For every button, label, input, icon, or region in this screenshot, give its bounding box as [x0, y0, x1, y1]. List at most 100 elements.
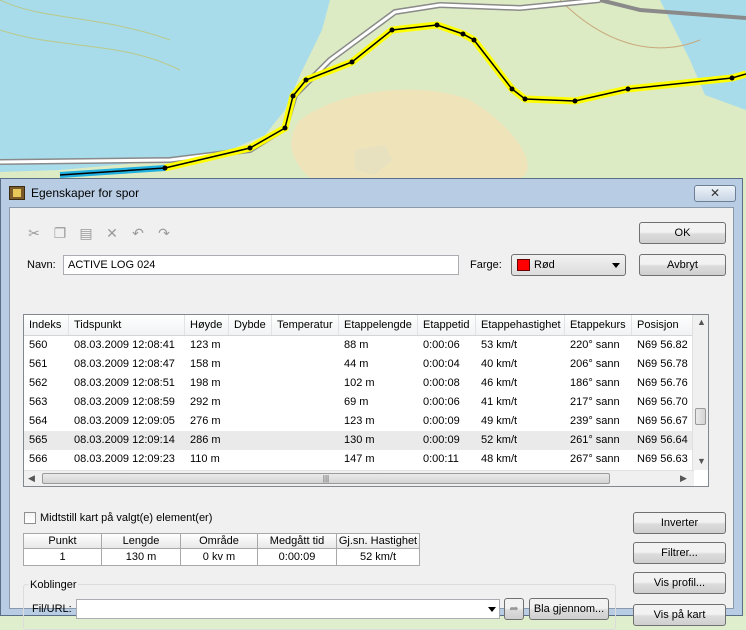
table-row[interactable]: 560 08.03.2009 12:08:41 123 m 88 m 0:00:06 53… — [24, 336, 694, 355]
table-cell: 123 m — [190, 339, 221, 351]
column-header[interactable]: Tidspunkt — [69, 315, 185, 335]
filter-button[interactable]: Filtrer... — [633, 542, 726, 564]
table-cell: N69 56.63 — [637, 453, 688, 465]
table-cell: 0:00:09 — [423, 415, 460, 427]
table-row[interactable]: 564 08.03.2009 12:09:05 276 m 123 m 0:00:09 4… — [24, 412, 694, 431]
browse-button[interactable]: Bla gjennom... — [529, 598, 609, 620]
table-cell: 286 m — [190, 434, 221, 446]
table-cell: 561 — [29, 358, 48, 370]
table-cell: 41 km/t — [481, 396, 518, 408]
table-cell — [229, 431, 272, 450]
scissors-icon[interactable]: ✂ — [25, 224, 43, 242]
table-cell: 563 — [29, 396, 48, 408]
table-row[interactable]: 565 08.03.2009 12:09:14 286 m 130 m 0:00:09 5… — [24, 431, 694, 450]
table-cell: 102 m — [344, 377, 375, 389]
vertical-scrollbar[interactable]: ▲ ▼ — [692, 315, 708, 470]
table-cell: 08.03.2009 12:09:14 — [74, 434, 175, 446]
name-label: Navn: — [27, 259, 56, 271]
table-cell: 110 m — [190, 453, 220, 465]
table-cell — [229, 393, 272, 412]
stats-value: 0 kv m — [180, 549, 258, 566]
scroll-up-icon[interactable]: ▲ — [697, 317, 706, 327]
table-cell: 08.03.2009 12:08:41 — [74, 339, 175, 351]
ok-button[interactable]: OK — [639, 222, 726, 244]
color-swatch — [517, 259, 530, 271]
table-cell: 267° sann — [570, 453, 620, 465]
table-cell: N69 56.76 — [637, 377, 688, 389]
table-cell: 292 m — [190, 396, 221, 408]
scroll-right-icon[interactable]: ▶ — [680, 473, 687, 484]
table-cell: 276 m — [190, 415, 221, 427]
column-header[interactable]: Dybde — [229, 315, 272, 335]
table-cell: 261° sann — [570, 434, 620, 446]
trackpoint-table[interactable]: Indeks Tidspunkt Høyde Dybde Temperatur Etapp… — [23, 314, 709, 487]
table-cell — [272, 374, 339, 393]
dialog-titlebar[interactable]: Egenskaper for spor ✕ — [1, 179, 742, 206]
links-group-title: Koblinger — [28, 579, 79, 591]
table-cell: 217° sann — [570, 396, 620, 408]
table-row[interactable]: 563 08.03.2009 12:08:59 292 m 69 m 0:00:06 41… — [24, 393, 694, 412]
table-header: Indeks Tidspunkt Høyde Dybde Temperatur Etapp… — [24, 315, 694, 336]
copy-icon[interactable]: ❐ — [51, 224, 69, 242]
scroll-down-icon[interactable]: ▼ — [697, 456, 706, 466]
table-row[interactable]: 561 08.03.2009 12:08:47 158 m 44 m 0:00:04 40… — [24, 355, 694, 374]
column-header[interactable]: Høyde — [185, 315, 229, 335]
column-header[interactable]: Etappekurs — [565, 315, 632, 335]
table-cell: 08.03.2009 12:08:51 — [74, 377, 175, 389]
table-cell: 560 — [29, 339, 48, 351]
file-url-label: Fil/URL: — [32, 603, 72, 615]
cancel-button[interactable]: Avbryt — [639, 254, 726, 276]
name-input[interactable]: ACTIVE LOG 024 — [63, 255, 459, 275]
table-cell: 206° sann — [570, 358, 620, 370]
table-cell — [229, 374, 272, 393]
column-header[interactable]: Etappehastighet — [476, 315, 565, 335]
center-map-checkbox[interactable] — [24, 512, 36, 524]
show-profile-button[interactable]: Vis profil... — [633, 572, 726, 594]
track-icon — [9, 186, 25, 200]
table-row[interactable]: 566 08.03.2009 12:09:23 110 m 147 m 0:00:11 4… — [24, 450, 694, 469]
table-cell: 0:00:11 — [423, 453, 459, 465]
table-cell: 44 m — [344, 358, 369, 370]
color-dropdown[interactable]: Rød — [511, 254, 626, 276]
column-header[interactable]: Etappetid — [418, 315, 476, 335]
column-header[interactable]: Etappelengde — [339, 315, 418, 335]
redo-icon[interactable]: ↷ — [155, 224, 173, 242]
scroll-left-icon[interactable]: ◀ — [28, 473, 35, 484]
column-header[interactable]: Temperatur — [272, 315, 339, 335]
stats-value: 0:00:09 — [257, 549, 337, 566]
table-cell: 239° sann — [570, 415, 620, 427]
table-cell: 562 — [29, 377, 48, 389]
stats-value: 1 — [23, 549, 102, 566]
column-header[interactable]: Indeks — [24, 315, 69, 335]
file-url-dropdown-icon[interactable] — [488, 607, 496, 612]
delete-icon[interactable]: ✕ — [103, 224, 121, 242]
file-url-input[interactable] — [76, 599, 500, 619]
table-row[interactable]: 562 08.03.2009 12:08:51 198 m 102 m 0:00:08 4… — [24, 374, 694, 393]
chevron-down-icon — [612, 263, 620, 268]
table-cell: 566 — [29, 453, 48, 465]
horizontal-scroll-thumb[interactable]: ||| — [42, 473, 610, 484]
table-cell: 48 km/t — [481, 453, 518, 465]
table-cell: 52 km/t — [481, 434, 518, 446]
table-cell: 08.03.2009 12:09:05 — [74, 415, 175, 427]
table-cell: 49 km/t — [481, 415, 518, 427]
table-cell: 0:00:08 — [423, 377, 460, 389]
column-header[interactable]: Posisjon — [632, 315, 694, 335]
table-cell: 08.03.2009 12:08:59 — [74, 396, 175, 408]
table-cell: 123 m — [344, 415, 375, 427]
table-cell: 88 m — [344, 339, 369, 351]
horizontal-scrollbar[interactable]: ◀ ||| ▶ — [24, 470, 694, 486]
table-cell: N69 56.70 — [637, 396, 688, 408]
vertical-scroll-thumb[interactable] — [695, 408, 706, 425]
close-button[interactable]: ✕ — [694, 185, 736, 202]
table-cell — [272, 450, 339, 469]
table-cell: 0:00:09 — [423, 434, 460, 446]
show-on-map-button[interactable]: Vis på kart — [633, 604, 726, 626]
undo-icon[interactable]: ↶ — [129, 224, 147, 242]
stats-value: 52 km/t — [336, 549, 420, 566]
invert-button[interactable]: Inverter — [633, 512, 726, 534]
paste-icon[interactable]: ▤ — [77, 224, 95, 242]
table-cell — [229, 336, 272, 355]
table-cell: 08.03.2009 12:08:47 — [74, 358, 175, 370]
open-link-button[interactable]: ➦ — [504, 598, 524, 620]
